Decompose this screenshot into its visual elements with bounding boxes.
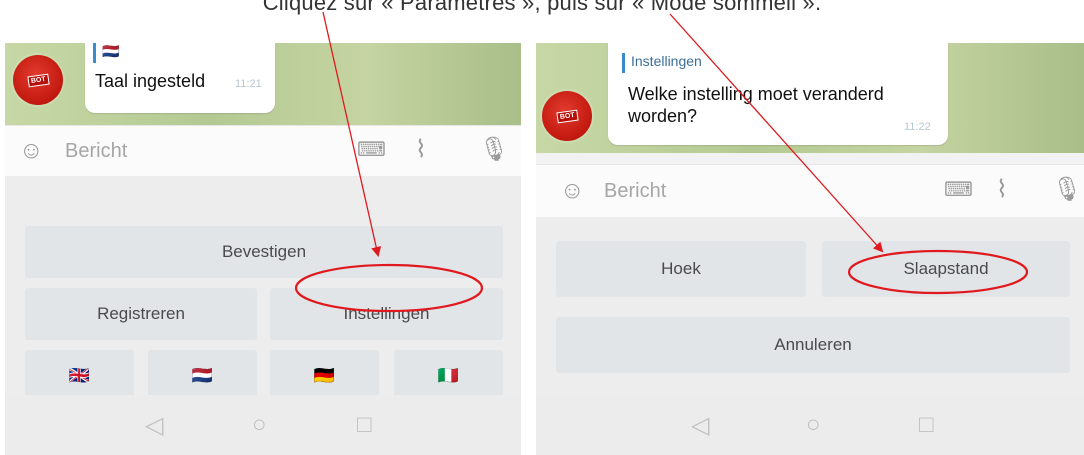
- highlight-sleep-mode-ellipse: [847, 249, 1029, 295]
- arrow-to-sleep-mode: [669, 13, 884, 253]
- highlight-settings-ellipse: [294, 263, 484, 313]
- arrow-to-settings: [322, 11, 382, 257]
- annotation-overlay: [294, 11, 1029, 313]
